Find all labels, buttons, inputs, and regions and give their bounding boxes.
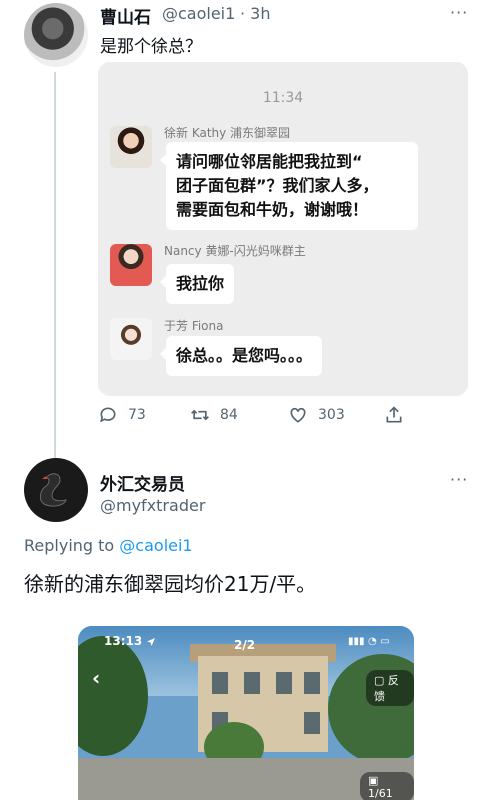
- chat-bubble: 我拉你: [159, 264, 235, 304]
- thread-connector-line: [54, 72, 56, 460]
- replying-to: Replying to @caolei1: [24, 536, 193, 555]
- replying-to-handle[interactable]: @caolei1: [119, 536, 192, 555]
- chat-line: 需要面包和牛奶，谢谢哦！: [176, 200, 369, 219]
- retweet-button[interactable]: 84: [190, 405, 238, 425]
- black-swan-logo: [39, 473, 67, 507]
- back-icon[interactable]: ‹: [92, 666, 100, 690]
- tweet-timestamp[interactable]: · 3h: [240, 4, 271, 23]
- gallery-icon: ▣: [368, 774, 379, 787]
- photo-status-time: 13:13: [104, 634, 156, 648]
- status-icons: ▮▮▮ ◔ ▭: [348, 636, 390, 647]
- tweet-actions: 73 84 303: [98, 405, 418, 435]
- tweet-text: 是那个徐总？: [100, 37, 202, 57]
- avatar[interactable]: [24, 458, 88, 522]
- reply-button[interactable]: 73: [98, 405, 146, 425]
- like-count: 303: [318, 407, 345, 423]
- like-button[interactable]: 303: [288, 405, 345, 425]
- feedback-button[interactable]: ▢ 反馈: [366, 670, 414, 706]
- location-arrow-icon: [147, 637, 156, 646]
- reply-count: 73: [128, 407, 146, 423]
- photo-counter: 2/2: [234, 638, 256, 652]
- replying-to-label: Replying to: [24, 536, 120, 555]
- share-icon: [386, 406, 402, 423]
- image-count-badge: ▣ 1/61: [360, 772, 414, 800]
- chat-line: 我拉你: [176, 274, 225, 293]
- chat-line: 徐总。。是您吗。。。: [176, 346, 313, 365]
- chat-avatar: [110, 244, 152, 286]
- chat-sender-name: 徐新 Kathy 浦东御翠园: [164, 126, 291, 140]
- tweet-text: 徐新的浦东御翠园均价21万/平。: [24, 572, 317, 596]
- avatar[interactable]: [24, 3, 88, 67]
- chat-avatar: [110, 126, 152, 168]
- chat-line: 团子面包群”？我们家人多，: [176, 176, 379, 195]
- feedback-icon: ▢: [374, 674, 388, 687]
- like-icon: [290, 407, 306, 423]
- embedded-image[interactable]: 11:34 徐新 Kathy 浦东御翠园 请问哪位邻居能把我拉到“ 团子面包群”…: [98, 62, 468, 396]
- chat-line: 请问哪位邻居能把我拉到“: [176, 152, 363, 171]
- tweet-photo[interactable]: 13:13 2/2 ▮▮▮ ◔ ▭ ‹ ▢ 反馈 ▣ 1/61: [78, 626, 414, 800]
- chat-bubble: 请问哪位邻居能把我拉到“ 团子面包群”？我们家人多， 需要面包和牛奶，谢谢哦！: [160, 142, 418, 230]
- author-name[interactable]: 曹山石: [100, 3, 151, 28]
- chat-sender-name: 于芳 Fiona: [164, 319, 224, 333]
- retweet-count: 84: [220, 407, 238, 423]
- chat-time: 11:34: [262, 90, 304, 106]
- retweet-icon: [191, 409, 209, 421]
- chat-sender-name: Nancy 黄娜-闪光妈咪群主: [164, 244, 306, 258]
- chat-bubble: 徐总。。是您吗。。。: [159, 336, 323, 376]
- reply-icon: [100, 407, 116, 423]
- author-name[interactable]: 外汇交易员: [100, 470, 185, 495]
- more-options-icon[interactable]: ···: [450, 3, 468, 22]
- author-handle[interactable]: @caolei1: [162, 4, 235, 23]
- chat-avatar: [110, 318, 152, 360]
- author-handle[interactable]: @myfxtrader: [100, 496, 205, 515]
- more-options-icon[interactable]: ···: [450, 470, 468, 489]
- share-button[interactable]: [384, 405, 404, 425]
